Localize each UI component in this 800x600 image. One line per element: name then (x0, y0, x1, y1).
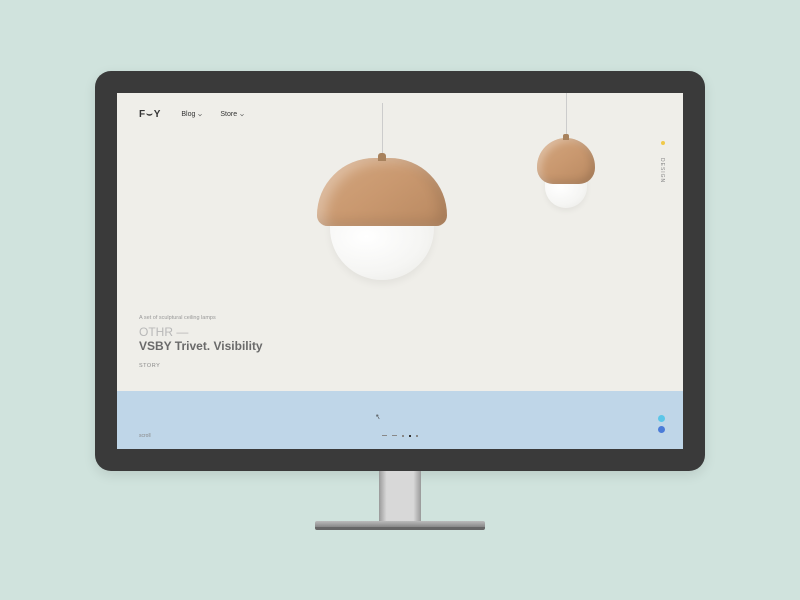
main-nav: Blog Store (181, 111, 244, 118)
monitor-frame: F⌣Y Blog Store (95, 71, 705, 471)
pagination-dot-5[interactable] (416, 435, 418, 437)
monitor-stand-base (315, 521, 485, 527)
bottom-bar: scroll ↖ (117, 391, 683, 449)
nav-blog[interactable]: Blog (181, 111, 202, 118)
site-logo[interactable]: F⌣Y (139, 109, 161, 120)
pagination-dot-1[interactable] (382, 435, 387, 436)
chevron-down-icon (240, 112, 244, 116)
lamp-cord (566, 93, 567, 138)
twitter-icon[interactable] (658, 415, 665, 422)
nav-store-label: Store (220, 111, 237, 118)
lamp-cap (537, 138, 595, 184)
product-lamp-large (317, 103, 447, 280)
lamp-bulb (330, 218, 434, 280)
hero-brand: OTHR — (139, 325, 263, 339)
pagination-dots (382, 435, 418, 437)
nav-blog-label: Blog (181, 111, 195, 118)
cursor-icon: ↖ (374, 412, 382, 421)
hero-subtitle: A set of sculptural ceiling lamps (139, 315, 263, 321)
story-link[interactable]: STORY (139, 363, 263, 369)
monitor-mockup: F⌣Y Blog Store (95, 71, 705, 530)
facebook-icon[interactable] (658, 426, 665, 433)
monitor-stand-neck (379, 471, 421, 521)
side-category-label: DESIGN (659, 158, 665, 183)
side-indicator-dot (661, 141, 665, 145)
monitor-stand-foot (315, 527, 485, 530)
lamp-cap (317, 158, 447, 226)
hero-content: A set of sculptural ceiling lamps OTHR —… (139, 315, 263, 369)
pagination-dot-4[interactable] (409, 435, 411, 437)
scroll-hint: scroll (139, 433, 151, 439)
pagination-dot-3[interactable] (402, 435, 404, 437)
hero-product-name: VSBY Trivet. Visibility (139, 339, 263, 353)
product-lamp-small (537, 93, 595, 208)
website-screen: F⌣Y Blog Store (117, 93, 683, 449)
site-header: F⌣Y Blog Store (139, 109, 244, 120)
chevron-down-icon (198, 112, 202, 116)
nav-store[interactable]: Store (220, 111, 244, 118)
social-links (658, 415, 665, 433)
lamp-cord (382, 103, 383, 158)
pagination-dot-2[interactable] (392, 435, 397, 436)
